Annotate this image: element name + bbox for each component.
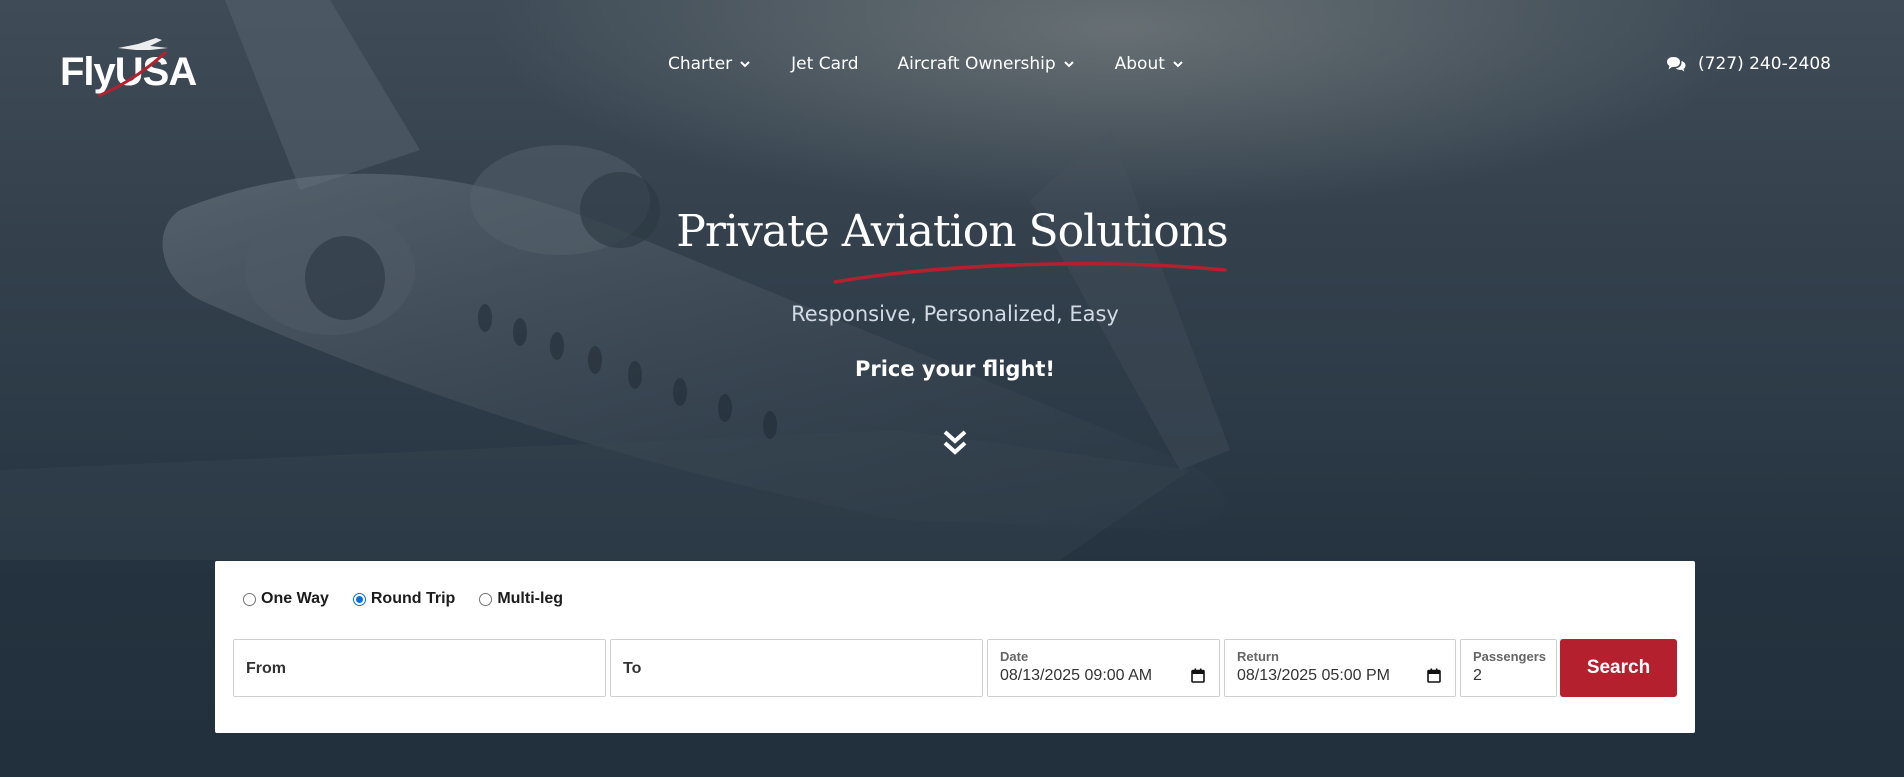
return-label: Return — [1237, 649, 1279, 664]
nav-item-label: Jet Card — [791, 54, 859, 74]
trip-type-multi-leg[interactable]: Multi-leg — [479, 590, 563, 608]
phone-link[interactable]: (727) 240-2408 — [1666, 54, 1831, 74]
from-input[interactable]: From — [233, 639, 606, 697]
trip-type-label: Multi-leg — [497, 590, 564, 607]
chevron-down-icon — [1173, 61, 1183, 68]
passengers-value: 2 — [1473, 667, 1482, 684]
radio-one-way[interactable] — [243, 592, 256, 606]
to-input[interactable]: To — [610, 639, 983, 697]
from-placeholder: From — [246, 660, 286, 677]
logo-plane-swoosh-icon — [97, 38, 168, 98]
radio-multi-leg[interactable] — [479, 592, 493, 606]
radio-round-trip[interactable] — [352, 592, 366, 606]
nav-item-label: Aircraft Ownership — [897, 54, 1056, 74]
to-placeholder: To — [623, 660, 642, 677]
main-nav: Charter Jet Card Aircraft Ownership Abou… — [668, 54, 1224, 74]
hero-subtitle: Responsive, Personalized, Easy — [791, 302, 1119, 326]
nav-item-about[interactable]: About — [1115, 54, 1185, 74]
passengers-label: Passengers — [1473, 649, 1546, 664]
return-value: 08/13/2025 05:00 PM — [1237, 667, 1391, 684]
phone-number: (727) 240-2408 — [1698, 54, 1831, 74]
calendar-icon[interactable] — [1191, 668, 1205, 683]
double-chevron-down-icon[interactable] — [942, 428, 968, 458]
hero-title: Private Aviation Solutions — [676, 206, 1228, 257]
search-button[interactable]: Search — [1560, 639, 1677, 697]
calendar-icon[interactable] — [1427, 668, 1441, 683]
trip-type-options: One Way Round Trip Multi-leg — [243, 590, 587, 608]
trip-type-label: One Way — [261, 590, 329, 607]
nav-item-aircraft-ownership[interactable]: Aircraft Ownership — [897, 54, 1075, 74]
nav-item-charter[interactable]: Charter — [668, 54, 752, 74]
passengers-input[interactable]: Passengers 2 — [1460, 639, 1557, 697]
trip-type-round-trip[interactable]: Round Trip — [352, 590, 456, 608]
nav-item-jet-card[interactable]: Jet Card — [791, 54, 858, 74]
flyusa-logo[interactable]: FlyUSA — [58, 34, 208, 100]
chat-bubbles-icon — [1667, 57, 1686, 72]
date-value: 08/13/2025 09:00 AM — [1000, 667, 1153, 684]
return-date-input[interactable]: Return 08/13/2025 05:00 PM — [1224, 639, 1456, 697]
title-underline-decoration — [833, 262, 1227, 284]
nav-item-label: Charter — [668, 54, 733, 74]
trip-type-label: Round Trip — [370, 590, 456, 607]
hero-cta-text: Price your flight! — [854, 357, 1056, 381]
chevron-down-icon — [1063, 61, 1074, 68]
date-label: Date — [1000, 649, 1029, 664]
departure-date-input[interactable]: Date 08/13/2025 09:00 AM — [987, 639, 1220, 697]
chevron-down-icon — [740, 61, 750, 68]
nav-item-label: About — [1114, 54, 1165, 74]
trip-type-one-way[interactable]: One Way — [243, 590, 329, 608]
flight-search-form: One Way Round Trip Multi-leg From To Dat… — [215, 561, 1695, 733]
